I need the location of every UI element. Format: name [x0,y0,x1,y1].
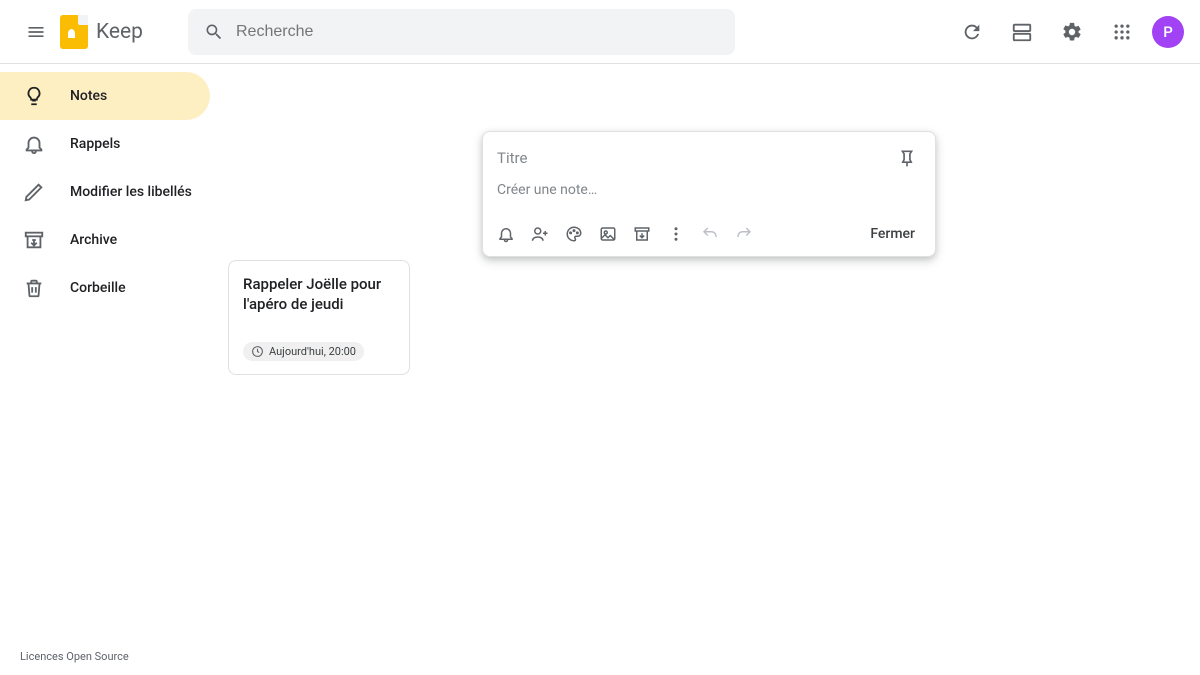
note-card-title: Rappeler Joëlle pour l'apéro de jeudi [243,275,395,314]
sidebar-item-label: Rappels [70,136,120,152]
refresh-icon [961,21,983,43]
palette-icon [565,225,583,243]
open-source-link[interactable]: Licences Open Source [20,650,129,663]
sidebar-item-archive[interactable]: Archive [0,216,210,264]
sidebar-item-reminders[interactable]: Rappels [0,120,210,168]
pin-button[interactable] [893,144,921,172]
sidebar-item-label: Modifier les libellés [70,184,192,200]
redo-button[interactable] [727,217,761,251]
archive-down-icon [633,225,651,243]
image-icon [599,225,617,243]
search-icon [204,22,224,42]
apps-grid-icon [1112,22,1132,42]
header-actions: P [952,12,1184,52]
person-add-icon [531,225,549,243]
more-button[interactable] [659,217,693,251]
archive-icon [22,228,46,252]
header: Keep P [0,0,1200,64]
logo-area: Keep [60,15,143,49]
refresh-button[interactable] [952,12,992,52]
remind-me-button[interactable] [489,217,523,251]
collaborator-button[interactable] [523,217,557,251]
search-bar[interactable] [188,9,735,55]
sidebar-item-trash[interactable]: Corbeille [0,264,210,312]
more-vertical-icon [667,225,685,243]
main-menu-button[interactable] [16,12,56,52]
app-name: Keep [96,20,143,44]
pin-icon [897,148,917,168]
bell-icon [22,132,46,156]
keep-logo-icon [60,15,88,49]
reminder-chip[interactable]: Aujourd'hui, 20:00 [243,342,364,361]
redo-icon [735,225,753,243]
pencil-icon [22,180,46,204]
reminder-chip-label: Aujourd'hui, 20:00 [269,345,356,358]
compose-title-input[interactable]: Titre [497,149,893,167]
compose-body-input[interactable]: Créer une note… [483,178,935,216]
bell-plus-icon [497,225,515,243]
close-button[interactable]: Fermer [856,220,929,248]
apps-button[interactable] [1102,12,1142,52]
gear-icon [1061,21,1083,43]
color-button[interactable] [557,217,591,251]
search-input[interactable] [236,23,719,41]
sidebar-item-edit-labels[interactable]: Modifier les libellés [0,168,210,216]
undo-icon [701,225,719,243]
sidebar-item-label: Corbeille [70,280,126,296]
note-card[interactable]: Rappeler Joëlle pour l'apéro de jeudi Au… [228,260,410,375]
list-view-button[interactable] [1002,12,1042,52]
settings-button[interactable] [1052,12,1092,52]
archive-button[interactable] [625,217,659,251]
lightbulb-icon [22,84,46,108]
sidebar-item-label: Archive [70,232,117,248]
sidebar-item-notes[interactable]: Notes [0,72,210,120]
account-avatar[interactable]: P [1152,16,1184,48]
undo-button[interactable] [693,217,727,251]
add-image-button[interactable] [591,217,625,251]
list-view-icon [1011,21,1033,43]
clock-icon [251,345,264,358]
trash-icon [22,276,46,300]
sidebar-item-label: Notes [70,88,107,104]
compose-panel: Titre Créer une note… [482,131,936,257]
hamburger-icon [26,22,46,42]
compose-toolbar: Fermer [483,216,935,252]
